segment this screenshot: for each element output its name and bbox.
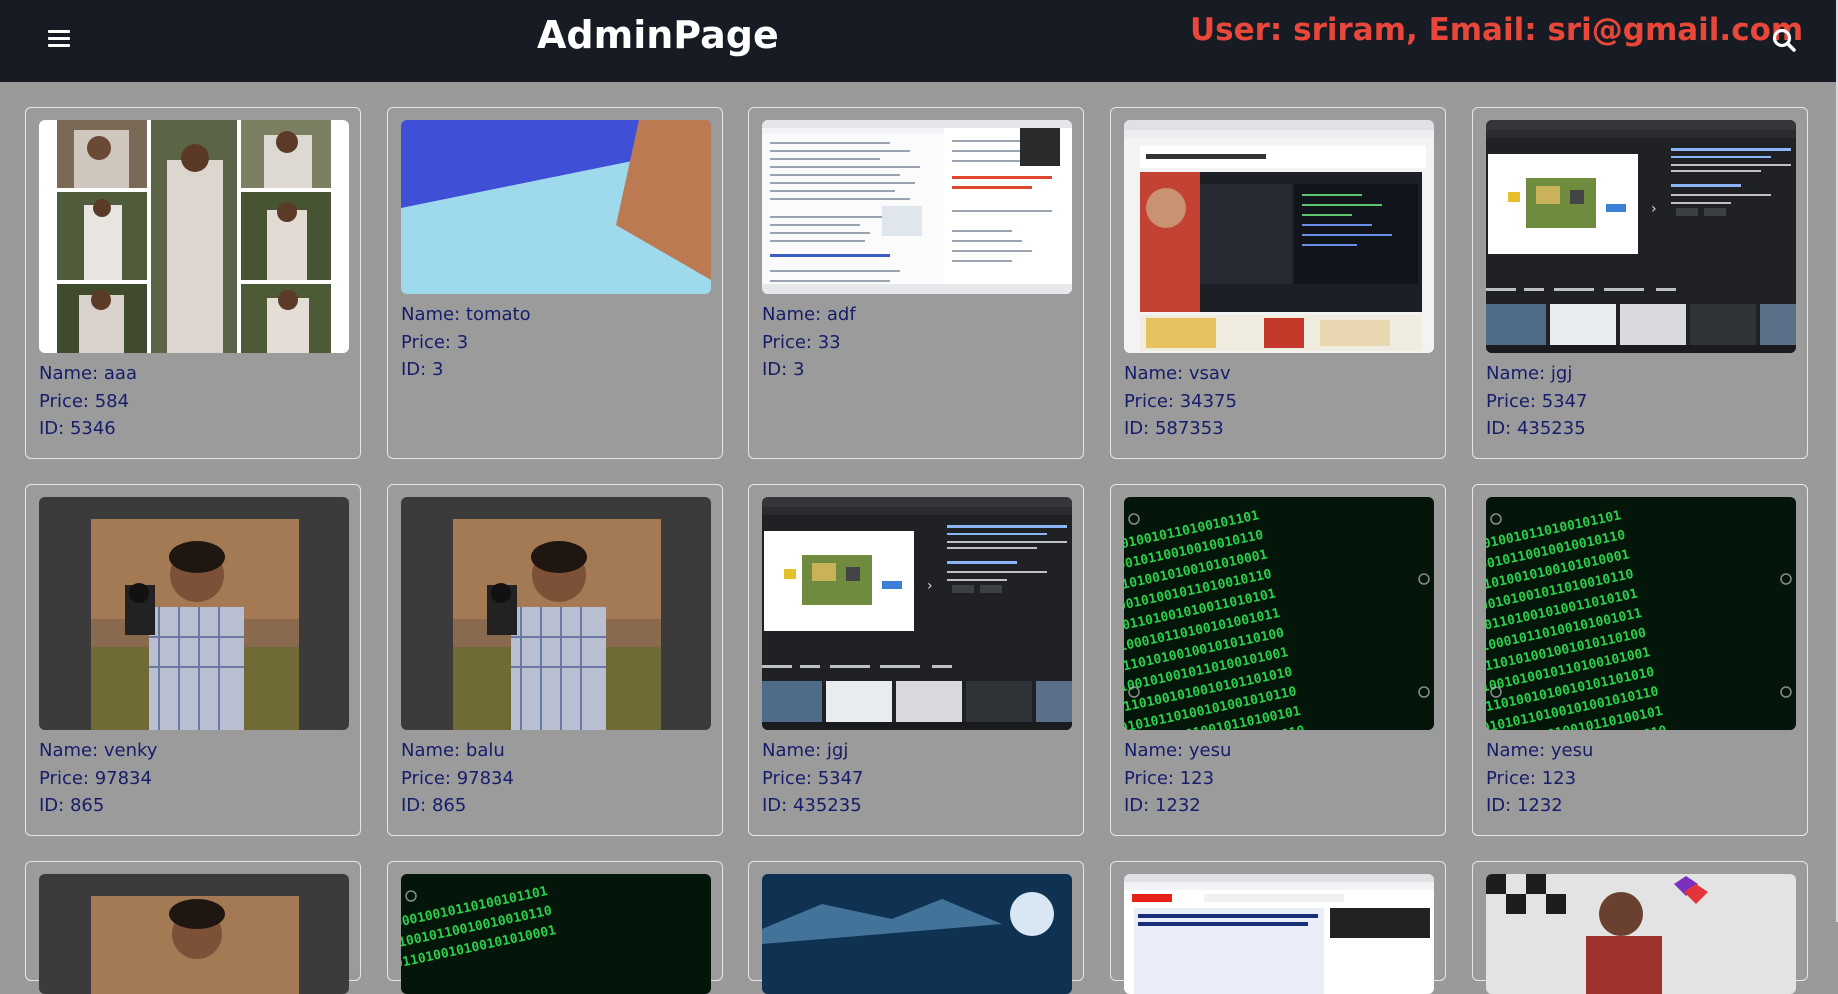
hamburger-menu-icon[interactable] xyxy=(44,24,76,56)
product-thumbnail: 0101000010010110100101101 10100100101100… xyxy=(1124,497,1434,730)
product-id: ID: 1232 xyxy=(1124,795,1201,816)
product-price: Price: 5347 xyxy=(762,767,864,789)
product-id: ID: 865 xyxy=(39,795,105,816)
product-name: Name: venky xyxy=(39,740,158,761)
product-price: Price: 97834 xyxy=(401,767,514,789)
product-name: Name: adf xyxy=(762,304,856,325)
product-thumbnail xyxy=(1486,874,1796,994)
app-title[interactable]: AdminPage xyxy=(537,13,779,57)
product-card[interactable]: 0101000010010110100101101 10100100101100… xyxy=(1472,484,1808,836)
product-thumbnail: › xyxy=(1486,120,1796,353)
product-name: Name: yesu xyxy=(1124,740,1232,761)
product-thumbnail xyxy=(1124,874,1434,994)
product-id: ID: 1232 xyxy=(1486,795,1563,816)
product-card[interactable]: Name: tomato Price: 3 ID: 3 xyxy=(387,107,723,459)
product-name: Name: tomato xyxy=(401,304,531,325)
product-price: Price: 33 xyxy=(762,331,841,353)
product-card[interactable]: 0101000010010110100101101 10100100101100… xyxy=(387,861,723,994)
product-id: ID: 865 xyxy=(401,795,467,816)
product-thumbnail xyxy=(39,497,349,730)
product-thumbnail xyxy=(762,874,1072,994)
product-thumbnail xyxy=(401,497,711,730)
product-thumbnail xyxy=(39,120,349,353)
product-card[interactable] xyxy=(25,861,361,994)
product-id: ID: 435235 xyxy=(762,795,862,816)
product-card[interactable]: Name: aaa Price: 584 ID: 5346 xyxy=(25,107,361,459)
product-name: Name: balu xyxy=(401,740,505,761)
product-thumbnail xyxy=(39,874,349,994)
top-navbar: AdminPage User: sriram, Email: sri@gmail… xyxy=(0,0,1836,82)
product-card[interactable] xyxy=(748,861,1084,994)
product-price: Price: 97834 xyxy=(39,767,152,789)
product-card[interactable] xyxy=(1110,861,1446,994)
product-card[interactable] xyxy=(1472,861,1808,994)
user-info: User: sriram, Email: sri@gmail.com xyxy=(1190,12,1804,48)
svg-text:›: › xyxy=(1651,201,1657,217)
product-id: ID: 3 xyxy=(401,359,444,380)
product-id: ID: 3 xyxy=(762,359,805,380)
product-card[interactable]: 0101000010010110100101101 10100100101100… xyxy=(1110,484,1446,836)
product-thumbnail xyxy=(1124,120,1434,353)
product-name: Name: vsav xyxy=(1124,363,1231,384)
product-card[interactable]: Name: balu Price: 97834 ID: 865 xyxy=(387,484,723,836)
product-price: Price: 34375 xyxy=(1124,390,1237,412)
product-thumbnail xyxy=(401,120,711,294)
product-card[interactable]: Name: venky Price: 97834 ID: 865 xyxy=(25,484,361,836)
product-thumbnail: › xyxy=(762,497,1072,730)
svg-text:›: › xyxy=(927,578,933,594)
product-card[interactable]: Name: adf Price: 33 ID: 3 xyxy=(748,107,1084,459)
product-price: Price: 3 xyxy=(401,331,469,353)
product-price: Price: 584 xyxy=(39,390,130,412)
product-thumbnail xyxy=(762,120,1072,294)
product-card[interactable]: › Name: jgj Price: 5347 ID: 435235 xyxy=(1472,107,1808,459)
search-icon[interactable] xyxy=(1768,24,1800,56)
product-id: ID: 435235 xyxy=(1486,418,1586,439)
product-id: ID: 587353 xyxy=(1124,418,1224,439)
product-name: Name: jgj xyxy=(1486,363,1573,384)
product-card[interactable]: Name: vsav Price: 34375 ID: 587353 xyxy=(1110,107,1446,459)
product-price: Price: 123 xyxy=(1124,767,1215,789)
product-price: Price: 123 xyxy=(1486,767,1577,789)
product-id: ID: 5346 xyxy=(39,418,116,439)
product-price: Price: 5347 xyxy=(1486,390,1588,412)
product-card[interactable]: › Name: jgj Price: 5347 ID: 435235 xyxy=(748,484,1084,836)
product-name: Name: yesu xyxy=(1486,740,1594,761)
product-thumbnail: 0101000010010110100101101 10100100101100… xyxy=(1486,497,1796,730)
product-thumbnail: 0101000010010110100101101 10100100101100… xyxy=(401,874,711,994)
product-name: Name: jgj xyxy=(762,740,849,761)
product-name: Name: aaa xyxy=(39,363,137,384)
